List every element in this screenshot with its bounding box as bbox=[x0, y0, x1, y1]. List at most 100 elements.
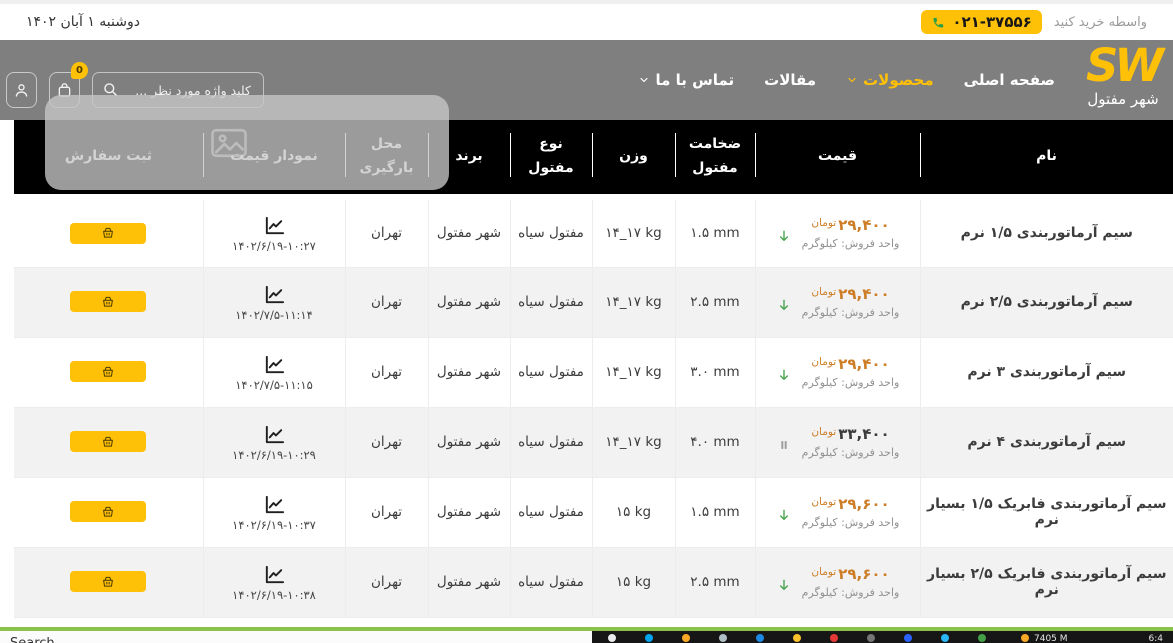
nav-item-contact[interactable]: تماس با ما bbox=[638, 71, 734, 89]
weight-cell: ۱۴_۱۷ kg bbox=[592, 337, 675, 407]
unit-label: واحد فروش: کیلوگرم bbox=[802, 376, 900, 389]
product-name-link[interactable]: سیم آرماتوربندی فابریک ۲/۵ بسیار نرم bbox=[927, 566, 1166, 598]
product-name-link[interactable]: سیم آرماتوربندی ۴ نرم bbox=[967, 434, 1126, 450]
search-input[interactable] bbox=[92, 72, 264, 108]
price-chart-link[interactable]: ۱۴۰۲/۶/۱۹-۱۰:۳۷ bbox=[232, 493, 316, 532]
brand-cell: شهر مفتول bbox=[428, 267, 510, 337]
basket-icon bbox=[101, 365, 115, 379]
cart-count-badge: 0 bbox=[71, 62, 88, 79]
product-name-link[interactable]: سیم آرماتوربندی ۱/۵ نرم bbox=[961, 225, 1133, 241]
navbar: SW شهر مفتول صفحه اصلی محصولات مقالات تم… bbox=[0, 40, 1173, 120]
order-button[interactable] bbox=[70, 291, 146, 312]
price-chart-link[interactable]: ۱۴۰۲/۶/۱۹-۱۰:۲۹ bbox=[232, 423, 316, 462]
weight-cell: ۱۴_۱۷ kg bbox=[592, 197, 675, 267]
table-row: سیم آرماتوربندی فابریک ۱/۵ بسیار نرم ۲۹,… bbox=[14, 477, 1173, 547]
nav-item-articles[interactable]: مقالات bbox=[764, 71, 816, 89]
order-button[interactable] bbox=[70, 431, 146, 452]
location-cell: تهران bbox=[345, 337, 428, 407]
currency-label: تومان bbox=[811, 566, 836, 578]
price-chart-link[interactable]: ۱۴۰۲/۶/۱۹-۱۰:۳۸ bbox=[232, 563, 316, 602]
price-value: ۲۹,۶۰۰ bbox=[838, 565, 889, 583]
thickness-cell: ۲.۵ mm bbox=[675, 267, 755, 337]
chart-date: ۱۴۰۲/۶/۱۹-۱۰:۳۸ bbox=[232, 588, 316, 602]
weight-cell: ۱۴_۱۷ kg bbox=[592, 407, 675, 477]
app-icon-browser-blue[interactable] bbox=[645, 634, 653, 642]
topbar: واسطه خرید کنید ۰۲۱-۳۷۵۵۶ دوشنبه ۱ آبان … bbox=[0, 4, 1173, 40]
product-name-link[interactable]: سیم آرماتوربندی ۲/۵ نرم bbox=[961, 294, 1133, 310]
app-icon-illustrator[interactable] bbox=[793, 634, 801, 642]
type-cell: مفتول سیاه bbox=[510, 337, 592, 407]
order-button[interactable] bbox=[70, 501, 146, 522]
user-account-button[interactable] bbox=[6, 72, 37, 108]
header-thickness: ضخامت مفتول bbox=[675, 120, 755, 197]
table-header: نام قیمت ضخامت مفتول وزن نوع مفتول برند … bbox=[14, 120, 1173, 197]
order-cell bbox=[14, 197, 203, 267]
app-icon-gray[interactable] bbox=[867, 634, 875, 642]
unit-label: واحد فروش: کیلوگرم bbox=[802, 306, 900, 319]
product-name-link[interactable]: سیم آرماتوربندی ۳ نرم bbox=[967, 364, 1126, 380]
site-logo[interactable]: SW شهر مفتول bbox=[1057, 42, 1173, 108]
price-value: ۳۳,۴۰۰ bbox=[838, 425, 889, 443]
basket-icon bbox=[101, 575, 115, 589]
table-body: سیم آرماتوربندی ۱/۵ نرم ۲۹,۴۰۰ تومان واح… bbox=[14, 197, 1173, 617]
nav-item-home[interactable]: صفحه اصلی bbox=[964, 71, 1055, 89]
taskbar-search[interactable]: Search bbox=[0, 631, 592, 643]
order-button[interactable] bbox=[70, 571, 146, 592]
currency-label: تومان bbox=[811, 356, 836, 368]
order-cell bbox=[14, 547, 203, 617]
cta-text: واسطه خرید کنید bbox=[1054, 15, 1147, 30]
type-cell: مفتول سیاه bbox=[510, 477, 592, 547]
phone-badge[interactable]: ۰۲۱-۳۷۵۵۶ bbox=[921, 10, 1041, 34]
product-name-link[interactable]: سیم آرماتوربندی فابریک ۱/۵ بسیار نرم bbox=[927, 496, 1166, 528]
basket-icon bbox=[101, 295, 115, 309]
app-icon-window[interactable] bbox=[608, 634, 616, 642]
order-cell bbox=[14, 337, 203, 407]
chart-cell: ۱۴۰۲/۷/۵-۱۱:۱۵ bbox=[203, 337, 345, 407]
line-chart-icon bbox=[261, 423, 288, 446]
brand-cell: شهر مفتول bbox=[428, 337, 510, 407]
type-cell: مفتول سیاه bbox=[510, 197, 592, 267]
order-cell bbox=[14, 267, 203, 337]
unit-label: واحد فروش: کیلوگرم bbox=[802, 446, 900, 459]
basket-icon bbox=[101, 505, 115, 519]
chevron-down-icon bbox=[846, 74, 858, 86]
cart-button[interactable]: 0 bbox=[49, 72, 80, 108]
nav-item-products[interactable]: محصولات bbox=[846, 71, 934, 89]
brand-cell: شهر مفتول bbox=[428, 547, 510, 617]
unit-label: واحد فروش: کیلوگرم bbox=[802, 237, 900, 250]
price-chart-link[interactable]: ۱۴۰۲/۷/۵-۱۱:۱۵ bbox=[235, 353, 313, 392]
unit-label: واحد فروش: کیلوگرم bbox=[802, 586, 900, 599]
chart-date: ۱۴۰۲/۷/۵-۱۱:۱۴ bbox=[235, 308, 313, 322]
price-cell: ۳۳,۴۰۰ تومان واحد فروش: کیلوگرم bbox=[755, 407, 920, 477]
chart-cell: ۱۴۰۲/۶/۱۹-۱۰:۳۸ bbox=[203, 547, 345, 617]
price-cell: ۲۹,۴۰۰ تومان واحد فروش: کیلوگرم bbox=[755, 267, 920, 337]
app-icon-photoshop[interactable] bbox=[756, 634, 764, 642]
order-button[interactable] bbox=[70, 223, 146, 244]
app-icon-telegram[interactable] bbox=[941, 634, 949, 642]
app-icon-chrome[interactable] bbox=[830, 634, 838, 642]
chart-cell: ۱۴۰۲/۶/۱۹-۱۰:۳۷ bbox=[203, 477, 345, 547]
logo-mark: SW bbox=[1057, 42, 1173, 89]
header-name: نام bbox=[920, 120, 1173, 197]
app-icon-folder[interactable] bbox=[682, 634, 690, 642]
app-icon-store[interactable] bbox=[719, 634, 727, 642]
topbar-contact-group: واسطه خرید کنید ۰۲۱-۳۷۵۵۶ bbox=[921, 10, 1147, 34]
search-box bbox=[92, 72, 264, 108]
basket-icon bbox=[101, 226, 115, 240]
nav-actions: 0 bbox=[6, 72, 264, 108]
app-icon-excel[interactable] bbox=[978, 634, 986, 642]
order-button[interactable] bbox=[70, 361, 146, 382]
phone-number: ۰۲۱-۳۷۵۵۶ bbox=[952, 13, 1031, 31]
price-chart-link[interactable]: ۱۴۰۲/۷/۵-۱۱:۱۴ bbox=[235, 283, 313, 322]
header-chart: نمودار قیمت bbox=[203, 120, 345, 197]
chart-date: ۱۴۰۲/۶/۱۹-۱۰:۳۷ bbox=[232, 518, 316, 532]
header-price: قیمت bbox=[755, 120, 920, 197]
weight-cell: ۱۵ kg bbox=[592, 547, 675, 617]
app-icon-vscode[interactable] bbox=[904, 634, 912, 642]
thickness-cell: ۱.۵ mm bbox=[675, 197, 755, 267]
currency-label: تومان bbox=[811, 496, 836, 508]
screen: واسطه خرید کنید ۰۲۱-۳۷۵۵۶ دوشنبه ۱ آبان … bbox=[0, 0, 1173, 643]
table-row: سیم آرماتوربندی ۱/۵ نرم ۲۹,۴۰۰ تومان واح… bbox=[14, 197, 1173, 267]
weight-cell: ۱۴_۱۷ kg bbox=[592, 267, 675, 337]
price-chart-link[interactable]: ۱۴۰۲/۶/۱۹-۱۰:۲۷ bbox=[232, 214, 316, 253]
